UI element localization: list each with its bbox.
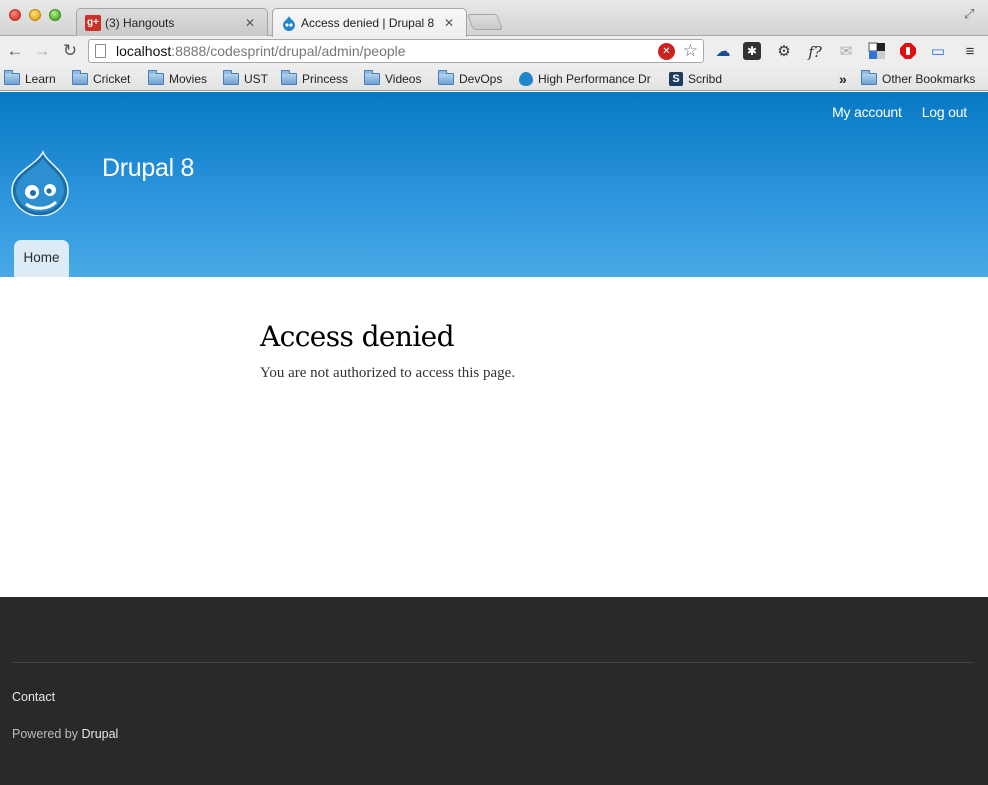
- page-title: Access denied: [260, 320, 455, 353]
- google-plus-icon: g+: [85, 14, 101, 31]
- powered-by-text: Powered by: [12, 727, 79, 741]
- bookmark-label: Movies: [169, 71, 208, 86]
- bookmarks-bar: Learn Cricket Movies UST Princess Videos…: [0, 66, 988, 91]
- bookmark-label: UST: [244, 71, 268, 86]
- site-header: My account Log out Drupal 8 Home: [0, 92, 988, 277]
- reload-icon[interactable]: ↻: [59, 40, 81, 62]
- powered-by: Powered by Drupal: [12, 727, 118, 741]
- my-account-link[interactable]: My account: [832, 104, 902, 120]
- bookmark-label: Scribd: [688, 71, 723, 86]
- bookmark-high-performance-drupal[interactable]: High Performance Dr: [519, 70, 657, 87]
- bookmark-videos[interactable]: Videos: [364, 69, 422, 87]
- url-path: :8888/codesprint/drupal/admin/people: [171, 43, 406, 59]
- browser-titlebar: g+ (3) Hangouts ✕ Access denied | Drupal…: [0, 0, 988, 37]
- screenshot-icon[interactable]: ▭: [928, 42, 948, 62]
- main-menu-home-tab[interactable]: Home: [14, 240, 69, 277]
- fullscreen-icon[interactable]: ⤢: [964, 6, 980, 22]
- close-icon[interactable]: ✕: [245, 16, 255, 30]
- mail-icon[interactable]: ✉: [836, 42, 856, 62]
- bookmark-label: High Performance Dr: [538, 71, 651, 86]
- site-footer: Contact Powered by Drupal: [0, 597, 988, 785]
- drupal-link[interactable]: Drupal: [82, 727, 119, 741]
- menu-icon[interactable]: ≡: [960, 42, 980, 62]
- gear-icon[interactable]: ⚙: [774, 42, 794, 62]
- bookmark-label: Other Bookmarks: [882, 71, 976, 86]
- back-arrow-icon[interactable]: ←: [4, 40, 26, 62]
- folder-icon: [861, 69, 877, 85]
- browser-toolbar: ← → ↻ localhost :8888/codesprint/drupal/…: [0, 36, 988, 66]
- bookmarks-overflow-chevron[interactable]: »: [839, 70, 847, 87]
- address-bar[interactable]: localhost :8888/codesprint/drupal/admin/…: [88, 39, 704, 63]
- folder-icon: [72, 69, 88, 85]
- main-content: Access denied You are not authorized to …: [260, 320, 515, 382]
- access-denied-message: You are not authorized to access this pa…: [260, 365, 516, 381]
- tab-title: (3) Hangouts: [105, 15, 175, 30]
- folder-icon: [4, 69, 20, 85]
- bookmark-label: Videos: [385, 71, 422, 86]
- bookmark-cricket[interactable]: Cricket: [72, 69, 131, 87]
- asterisk-extension-icon[interactable]: ✱: [743, 42, 761, 60]
- bookmark-other-bookmarks[interactable]: Other Bookmarks: [861, 69, 976, 87]
- font-finder-icon[interactable]: f?: [805, 42, 825, 62]
- blocker-extension-icon[interactable]: ✕: [658, 43, 675, 60]
- bookmark-label: DevOps: [459, 71, 503, 86]
- tab-hangouts[interactable]: g+ (3) Hangouts ✕: [76, 8, 268, 36]
- folder-icon: [223, 69, 239, 85]
- tab-access-denied[interactable]: Access denied | Drupal 8 ✕: [272, 8, 467, 37]
- contact-link[interactable]: Contact: [12, 690, 55, 704]
- secondary-menu: My account Log out: [832, 104, 967, 120]
- folder-icon: [148, 69, 164, 85]
- footer-divider: [12, 662, 973, 663]
- bookmark-label: Learn: [25, 71, 56, 86]
- bookmark-learn[interactable]: Learn: [4, 69, 56, 87]
- bookmark-scribd[interactable]: S Scribd: [669, 70, 722, 87]
- main-menu: Home: [14, 240, 69, 277]
- bookmark-princess[interactable]: Princess: [281, 69, 349, 87]
- cloud-extension-icon[interactable]: ☁: [713, 42, 733, 62]
- drupal-logo-icon[interactable]: [10, 150, 70, 216]
- bookmark-devops[interactable]: DevOps: [438, 69, 503, 87]
- folder-icon: [438, 69, 454, 85]
- url-host: localhost: [116, 43, 172, 59]
- adblock-icon[interactable]: [898, 42, 918, 62]
- close-icon[interactable]: ✕: [444, 16, 454, 30]
- scribd-icon: S: [669, 71, 683, 86]
- bookmark-ust[interactable]: UST: [223, 69, 268, 87]
- drupal-icon: [283, 16, 295, 31]
- folder-icon: [364, 69, 380, 85]
- tab-title: Access denied | Drupal 8: [301, 16, 435, 30]
- log-out-link[interactable]: Log out: [922, 104, 968, 120]
- forward-arrow-icon[interactable]: →: [31, 40, 53, 62]
- bookmark-label: Princess: [302, 71, 349, 86]
- zoom-window-button[interactable]: [49, 9, 61, 21]
- delicious-icon[interactable]: [867, 42, 887, 62]
- drupal-icon: [519, 71, 533, 86]
- minimize-window-button[interactable]: [29, 9, 41, 21]
- new-tab-button[interactable]: [467, 14, 503, 30]
- site-name[interactable]: Drupal 8: [102, 154, 194, 183]
- bookmark-label: Cricket: [93, 71, 131, 86]
- page-icon: [95, 44, 106, 58]
- bookmark-movies[interactable]: Movies: [148, 69, 208, 87]
- close-window-button[interactable]: [9, 9, 21, 21]
- bookmark-star-icon[interactable]: ☆: [683, 41, 698, 61]
- folder-icon: [281, 69, 297, 85]
